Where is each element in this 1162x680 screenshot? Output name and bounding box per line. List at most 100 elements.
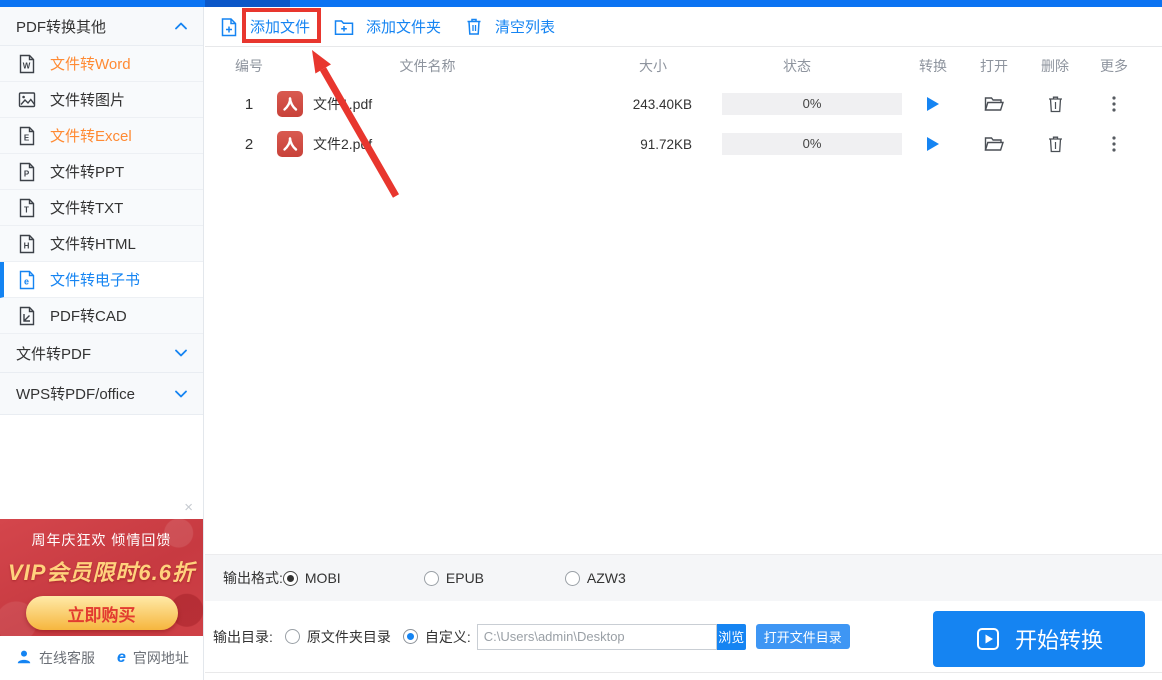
promo-banner[interactable]: 周年庆狂欢 倾情回馈 VIP会员限时6.6折 立即购买 — [0, 519, 203, 636]
clear-list-icon — [465, 17, 483, 36]
browse-button[interactable]: 浏览 — [717, 624, 746, 650]
file-size: 91.72KB — [542, 137, 692, 152]
sidebar-empty-area: × — [0, 415, 203, 519]
radio-original-folder[interactable] — [285, 629, 300, 644]
sidebar-section-file-to-pdf[interactable]: 文件转PDF — [0, 334, 203, 373]
format-option-label: EPUB — [446, 570, 484, 586]
doc-ppt-icon: P — [18, 162, 36, 182]
dir-option-label: 原文件夹目录 — [307, 627, 391, 647]
top-strip-scroll-segment — [205, 0, 290, 7]
more-kebab-icon[interactable] — [1086, 136, 1142, 152]
sidebar-item-to-word[interactable]: W 文件转Word — [0, 46, 203, 82]
clear-list-button[interactable]: 清空列表 — [465, 16, 555, 37]
add-folder-label: 添加文件夹 — [366, 16, 441, 37]
sidebar-item-to-ebook[interactable]: e 文件转电子书 — [0, 262, 203, 298]
sidebar-item-label: 文件转Excel — [50, 125, 132, 146]
more-kebab-icon[interactable] — [1086, 96, 1142, 112]
radio-azw3[interactable] — [565, 571, 580, 586]
add-file-button[interactable]: 添加文件 — [220, 16, 310, 37]
official-site-label: 官网地址 — [133, 648, 189, 668]
doc-ebook-icon: e — [18, 270, 36, 290]
sidebar-item-to-image[interactable]: 文件转图片 — [0, 82, 203, 118]
promo-line2: VIP会员限时6.6折 — [0, 555, 203, 587]
start-convert-button[interactable]: 开始转换 — [933, 611, 1145, 667]
online-support-link[interactable]: 在线客服 — [16, 648, 95, 668]
dir-option-original[interactable]: 原文件夹目录 — [285, 627, 391, 647]
chevron-down-icon — [175, 349, 187, 357]
sidebar-item-label: 文件转图片 — [50, 89, 125, 110]
svg-text:T: T — [24, 205, 29, 214]
add-file-icon — [220, 17, 238, 37]
chevron-up-icon — [175, 22, 187, 30]
browser-e-icon: e — [117, 650, 126, 666]
add-file-label: 添加文件 — [250, 16, 310, 37]
bottom-strip — [205, 672, 1162, 680]
official-site-link[interactable]: e 官网地址 — [117, 648, 189, 668]
dir-option-custom[interactable]: 自定义: — [403, 627, 471, 647]
row-number: 1 — [231, 96, 267, 113]
clear-list-label: 清空列表 — [495, 16, 555, 37]
promo-line1: 周年庆狂欢 倾情回馈 — [0, 530, 203, 550]
start-convert-label: 开始转换 — [1015, 623, 1103, 655]
open-directory-button[interactable]: 打开文件目录 — [756, 624, 850, 649]
progress-bar: 0% — [722, 133, 902, 155]
sidebar-section-wps[interactable]: WPS转PDF/office — [0, 373, 203, 415]
doc-cad-icon — [18, 306, 36, 326]
main-panel: 添加文件 添加文件夹 清空列表 编号 文件名称 大小 状态 转换 — [205, 7, 1162, 680]
delete-trash-icon[interactable] — [1024, 95, 1086, 113]
format-option-azw3[interactable]: AZW3 — [565, 570, 706, 586]
file-name: 文件1.pdf — [313, 94, 542, 114]
buy-now-button[interactable]: 立即购买 — [26, 596, 178, 630]
format-option-epub[interactable]: EPUB — [424, 570, 565, 586]
add-folder-icon — [334, 18, 354, 36]
add-folder-button[interactable]: 添加文件夹 — [334, 16, 441, 37]
output-directory-row: 输出目录: 原文件夹目录 自定义: 浏览 打开文件目录 开始转换 — [205, 601, 1162, 672]
header-number: 编号 — [231, 56, 267, 76]
convert-play-button[interactable] — [902, 97, 964, 111]
file-size: 243.40KB — [542, 97, 692, 112]
toolbar: 添加文件 添加文件夹 清空列表 — [205, 7, 1162, 47]
sidebar-item-label: 文件转电子书 — [50, 269, 140, 290]
format-option-label: AZW3 — [587, 570, 626, 586]
header-open: 打开 — [964, 56, 1024, 76]
close-ad-icon[interactable]: × — [184, 500, 193, 515]
table-row: 1 文件1.pdf 243.40KB 0% — [205, 84, 1162, 124]
progress-bar: 0% — [722, 93, 902, 115]
section-label: 文件转PDF — [16, 343, 91, 364]
sidebar-item-to-excel[interactable]: E 文件转Excel — [0, 118, 203, 154]
file-name: 文件2.pdf — [313, 134, 542, 154]
sidebar-item-to-txt[interactable]: T 文件转TXT — [0, 190, 203, 226]
header-size: 大小 — [542, 56, 692, 76]
image-icon — [18, 90, 36, 110]
table-row: 2 文件2.pdf 91.72KB 0% — [205, 124, 1162, 164]
sidebar-item-label: 文件转TXT — [50, 197, 123, 218]
table-header: 编号 文件名称 大小 状态 转换 打开 删除 更多 — [205, 47, 1162, 84]
sidebar-item-to-ppt[interactable]: P 文件转PPT — [0, 154, 203, 190]
pdf-file-icon — [267, 91, 313, 117]
output-format-label: 输出格式: — [223, 568, 283, 588]
sidebar-section-pdf-to-other[interactable]: PDF转换其他 — [0, 7, 203, 46]
output-path-input[interactable] — [477, 624, 717, 650]
open-folder-icon[interactable] — [964, 96, 1024, 112]
header-status: 状态 — [692, 56, 902, 76]
sidebar-item-pdf-to-cad[interactable]: PDF转CAD — [0, 298, 203, 334]
customer-service-icon — [16, 649, 32, 668]
table-empty-area — [205, 164, 1162, 554]
radio-mobi[interactable] — [283, 571, 298, 586]
svg-text:W: W — [23, 61, 31, 70]
header-more: 更多 — [1086, 56, 1142, 76]
sidebar-item-to-html[interactable]: H 文件转HTML — [0, 226, 203, 262]
section-label: WPS转PDF/office — [16, 383, 135, 404]
app-window: PDF转换其他 W 文件转Word 文件转图片 E 文件转Excel — [0, 0, 1162, 680]
format-option-mobi[interactable]: MOBI — [283, 570, 424, 586]
delete-trash-icon[interactable] — [1024, 135, 1086, 153]
radio-epub[interactable] — [424, 571, 439, 586]
section-label: PDF转换其他 — [16, 16, 106, 37]
convert-play-button[interactable] — [902, 137, 964, 151]
open-folder-icon[interactable] — [964, 136, 1024, 152]
header-delete: 删除 — [1024, 56, 1086, 76]
dir-option-label: 自定义: — [425, 627, 471, 647]
radio-custom[interactable] — [403, 629, 418, 644]
sidebar-item-label: PDF转CAD — [50, 305, 127, 326]
doc-excel-icon: E — [18, 126, 36, 146]
